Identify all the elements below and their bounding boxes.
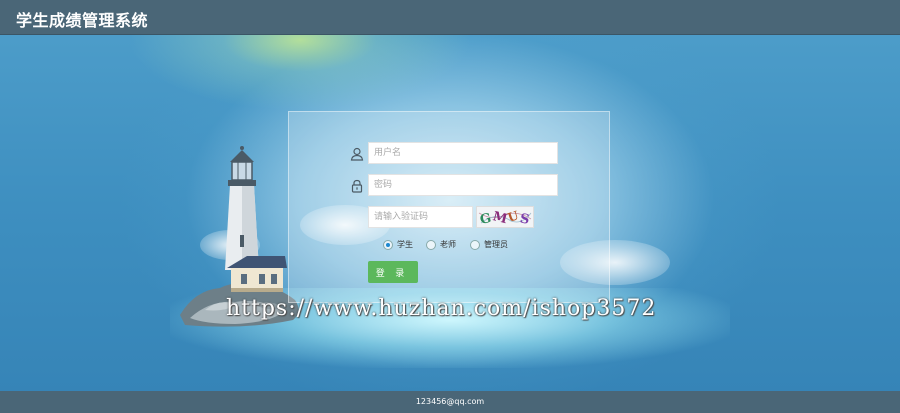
lock-icon	[351, 179, 363, 193]
captcha-char: S	[519, 211, 531, 227]
radio-button[interactable]	[426, 240, 436, 250]
radio-button[interactable]	[470, 240, 480, 250]
app-title: 学生成绩管理系统	[16, 11, 149, 30]
username-input[interactable]	[368, 142, 558, 164]
watermark-text: https://www.huzhan.com/ishop3572	[226, 296, 657, 321]
captcha-graphic: G M U S	[479, 208, 532, 227]
top-header-bar: 学生成绩管理系统	[0, 0, 900, 35]
role-label: 学生	[397, 240, 413, 249]
footer-bar: 123456@qq.com	[0, 391, 900, 413]
footer-email: 123456@qq.com	[415, 397, 485, 406]
captcha-char: G	[479, 211, 493, 227]
user-icon	[350, 147, 364, 161]
captcha-input[interactable]	[368, 206, 473, 228]
password-input[interactable]	[368, 174, 558, 196]
radio-button[interactable]	[383, 240, 393, 250]
role-label: 管理员	[484, 240, 508, 249]
captcha-image[interactable]: G M U S	[476, 206, 534, 228]
role-label: 老师	[440, 240, 456, 249]
login-button[interactable]: 登 录	[368, 261, 418, 283]
